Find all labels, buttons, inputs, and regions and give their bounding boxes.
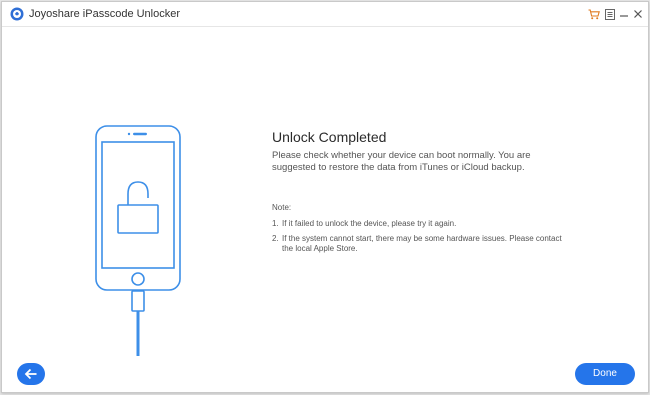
title-bar: Joyoshare iPasscode Unlocker	[2, 2, 648, 27]
note-item: 2. If the system cannot start, there may…	[272, 234, 562, 254]
arrow-left-icon	[24, 368, 37, 380]
note-text: If it failed to unlock the device, pleas…	[282, 219, 457, 228]
unlocked-padlock-icon	[117, 181, 159, 234]
phone-illustration	[95, 125, 181, 356]
result-heading: Unlock Completed	[272, 129, 387, 145]
note-text: If the system cannot start, there may be…	[282, 234, 562, 253]
result-description: Please check whether your device can boo…	[272, 150, 531, 173]
note-item: 1. If it failed to unlock the device, pl…	[272, 219, 562, 229]
phone-home-button	[131, 272, 145, 286]
usb-cable-icon	[131, 290, 145, 356]
note-number: 2.	[272, 234, 279, 243]
app-window: Joyoshare iPasscode Unlocker Unlock Comp…	[1, 1, 649, 393]
window-title: Joyoshare iPasscode Unlocker	[29, 8, 181, 20]
app-logo-icon	[10, 7, 24, 21]
phone-speaker	[127, 132, 147, 136]
note-list: 1. If it failed to unlock the device, pl…	[272, 219, 612, 254]
note-number: 1.	[272, 219, 279, 228]
cart-icon[interactable]	[586, 6, 602, 22]
back-button[interactable]	[17, 363, 45, 385]
done-button[interactable]: Done	[575, 363, 635, 385]
close-icon[interactable]	[630, 6, 646, 22]
phone-outline	[95, 125, 181, 291]
note-title: Note:	[272, 203, 292, 212]
result-panel: Unlock Completed Please check whether yo…	[272, 128, 612, 259]
